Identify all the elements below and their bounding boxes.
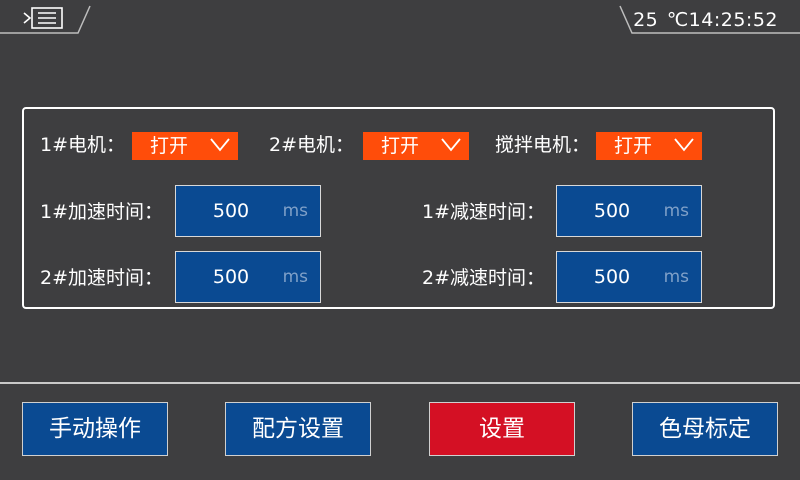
settings-panel: 1#电机： 打开 2#电机： 打开 搅拌电机： 打开 1#加速时间： 500 m… <box>22 107 775 309</box>
mixer-motor-dropdown-value: 打开 <box>614 135 653 157</box>
decel-time-2-label: 2#减速时间： <box>422 267 546 289</box>
status-readout: 25 ℃14:25:52 <box>631 9 778 31</box>
motor2-dropdown-value: 打开 <box>381 135 420 157</box>
accel-time-2-label: 2#加速时间： <box>40 267 164 289</box>
accel-time-1-label: 1#加速时间： <box>40 201 164 223</box>
accel-time-2-value: 500 <box>212 266 250 288</box>
menu-button[interactable] <box>22 5 66 31</box>
mixer-motor-dropdown[interactable]: 打开 <box>596 132 702 160</box>
accel-time-2-input[interactable]: 500 ms <box>175 251 321 303</box>
chevron-down-icon <box>210 138 230 152</box>
accel-time-1-input[interactable]: 500 ms <box>175 185 321 237</box>
colorant-calibration-button[interactable]: 色母标定 <box>632 402 778 456</box>
motor2-dropdown[interactable]: 打开 <box>363 132 469 160</box>
temperature-unit: ℃ <box>666 9 689 31</box>
recipe-settings-button[interactable]: 配方设置 <box>225 402 371 456</box>
clock-time: 14:25:52 <box>688 9 778 31</box>
settings-button[interactable]: 设置 <box>429 402 575 456</box>
accel-time-1-value: 500 <box>212 200 250 222</box>
chevron-down-icon <box>674 138 694 152</box>
bottom-divider <box>0 382 800 384</box>
decel-time-2-input[interactable]: 500 ms <box>556 251 702 303</box>
temperature-value: 25 <box>633 9 659 31</box>
motor2-label: 2#电机： <box>269 134 355 156</box>
decel-time-2-value: 500 <box>593 266 631 288</box>
mixer-motor-label: 搅拌电机： <box>495 134 591 156</box>
decel-time-1-value: 500 <box>593 200 631 222</box>
accel-time-1-unit: ms <box>282 201 308 221</box>
manual-operation-button[interactable]: 手动操作 <box>22 402 168 456</box>
motor1-label: 1#电机： <box>40 134 126 156</box>
decel-time-2-unit: ms <box>663 267 689 287</box>
decel-time-1-unit: ms <box>663 201 689 221</box>
motor1-dropdown-value: 打开 <box>150 135 189 157</box>
top-bar: 25 ℃14:25:52 <box>0 0 800 40</box>
motor1-dropdown[interactable]: 打开 <box>132 132 238 160</box>
chevron-down-icon <box>441 138 461 152</box>
menu-list-icon <box>23 7 63 29</box>
decel-time-1-input[interactable]: 500 ms <box>556 185 702 237</box>
accel-time-2-unit: ms <box>282 267 308 287</box>
decel-time-1-label: 1#减速时间： <box>422 201 546 223</box>
